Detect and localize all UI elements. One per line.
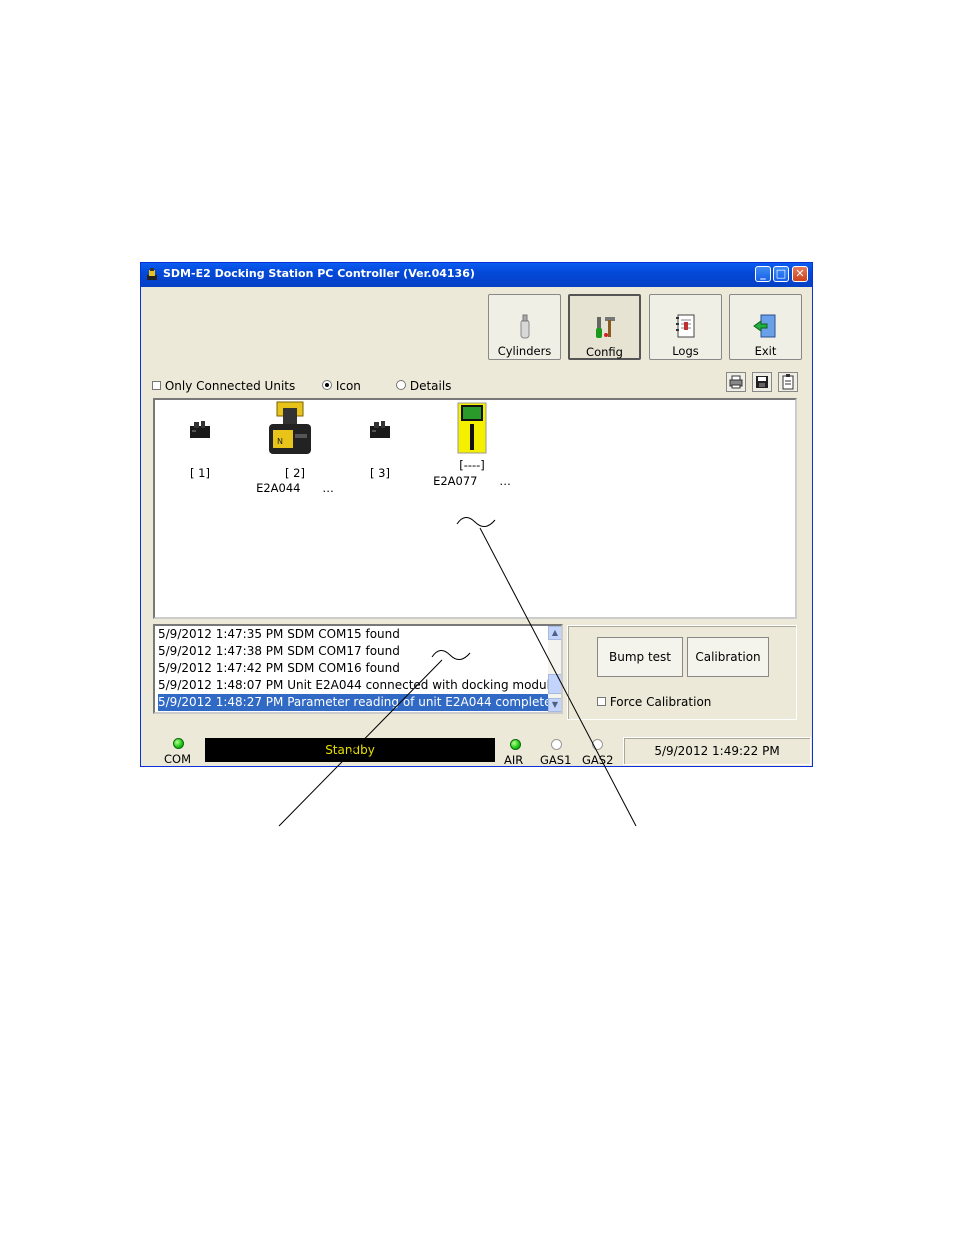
callout-line-right — [479, 527, 637, 827]
annotation-callouts — [278, 517, 637, 827]
callout-tilde-right — [456, 517, 496, 527]
callout-line-left — [278, 659, 443, 827]
callout-tilde-left — [431, 650, 471, 660]
